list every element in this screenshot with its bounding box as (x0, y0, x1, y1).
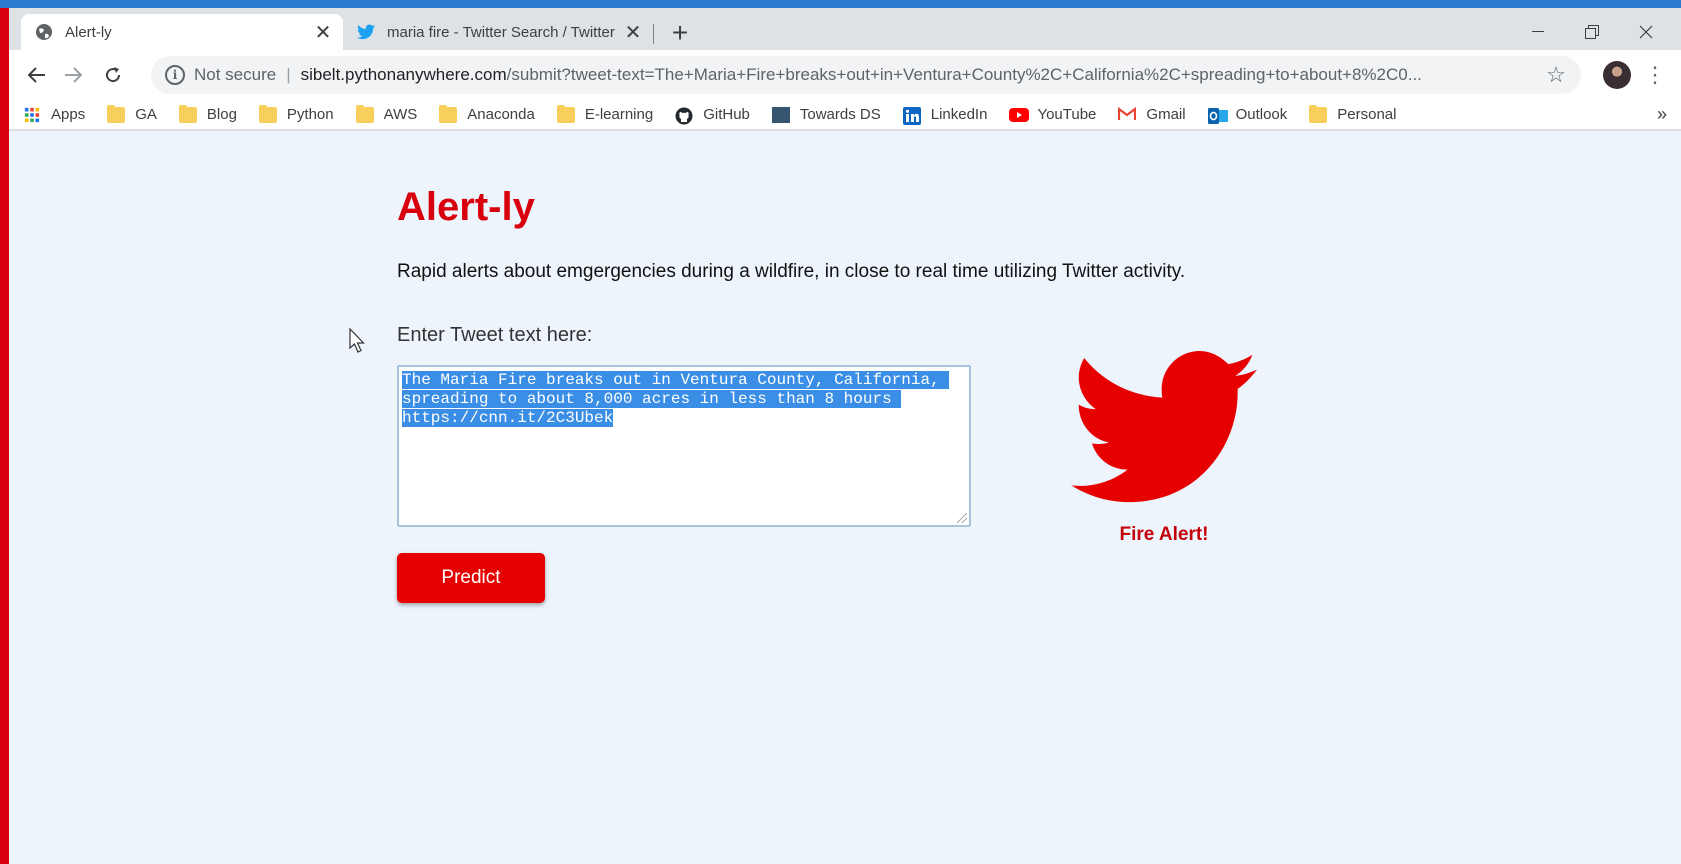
bookmark-label: AWS (383, 106, 418, 123)
globe-icon (35, 23, 53, 41)
bookmark-apps[interactable]: Apps (23, 106, 85, 123)
browser-window: Alert-ly ✕ maria fire - Twitter Search /… (0, 0, 1681, 864)
window-top-edge (0, 0, 1681, 8)
info-icon[interactable]: i (165, 65, 185, 85)
bookmark-python[interactable]: Python (258, 104, 334, 123)
tab-strip: Alert-ly ✕ maria fire - Twitter Search /… (9, 8, 1681, 50)
bookmark-label: Python (286, 106, 334, 123)
tab-title: Alert-ly (65, 23, 112, 41)
address-bar[interactable]: i Not secure | sibelt.pythonanywhere.com… (151, 56, 1581, 94)
bookmark-github[interactable]: GitHub (675, 106, 750, 124)
bookmark-label: GA (135, 106, 157, 123)
page-title: Alert-ly (397, 185, 535, 229)
fire-alert-result: Fire Alert! (1119, 524, 1209, 545)
tab-alertly[interactable]: Alert-ly ✕ (21, 14, 343, 50)
restore-icon[interactable] (1569, 16, 1615, 48)
page-content: Alert-ly Rapid alerts about emgergencies… (9, 131, 1681, 864)
folder-icon (439, 104, 458, 123)
bookmark-personal[interactable]: Personal (1309, 104, 1397, 123)
new-tab-button[interactable]: + (665, 17, 695, 48)
tweet-input-label: Enter Tweet text here: (397, 324, 593, 346)
profile-avatar[interactable] (1603, 61, 1631, 89)
tab-separator (653, 24, 654, 44)
bookmark-label: Towards DS (799, 106, 881, 123)
tweet-textarea[interactable]: The Maria Fire breaks out in Ventura Cou… (397, 365, 971, 527)
towards-ds-icon (771, 106, 790, 123)
minimize-icon[interactable] (1515, 16, 1561, 48)
folder-icon (178, 104, 197, 123)
window-left-edge (0, 8, 9, 864)
bookmark-label: Blog (206, 106, 237, 123)
apps-grid-icon (23, 107, 41, 123)
linkedin-icon (902, 106, 921, 125)
url-host: sibelt.pythonanywhere.com (300, 65, 507, 84)
bookmark-anaconda[interactable]: Anaconda (439, 104, 535, 123)
bookmark-linkedin[interactable]: LinkedIn (902, 106, 988, 125)
predict-button[interactable]: Predict (397, 553, 545, 603)
bookmark-gmail[interactable]: Gmail (1118, 106, 1186, 123)
folder-icon (107, 104, 126, 123)
bookmark-blog[interactable]: Blog (178, 104, 237, 123)
bookmark-label: GitHub (703, 106, 750, 123)
bookmark-ga[interactable]: GA (107, 104, 157, 123)
bookmark-label: LinkedIn (930, 106, 988, 123)
menu-kebab-icon[interactable]: ⋮ (1644, 60, 1666, 90)
folder-icon (1309, 104, 1328, 123)
reload-icon[interactable] (97, 59, 129, 91)
bookmark-label: Apps (51, 106, 86, 123)
tab-title: maria fire - Twitter Search / Twitter (387, 23, 615, 41)
close-tab-icon[interactable]: ✕ (311, 20, 335, 44)
youtube-icon (1009, 107, 1030, 123)
twitter-bird-icon (357, 23, 375, 41)
resize-handle-icon[interactable] (957, 513, 967, 523)
bookmark-label: Anaconda (467, 106, 535, 123)
bookmark-star-icon[interactable]: ☆ (1541, 62, 1571, 88)
folder-icon (258, 104, 277, 123)
outlook-icon (1207, 107, 1228, 124)
bookmarks-bar: Apps GA Blog Python AWS Anaconda E-learn… (9, 100, 1681, 130)
mouse-cursor-icon (349, 328, 365, 353)
close-tab-icon[interactable]: ✕ (621, 20, 645, 44)
bookmark-aws[interactable]: AWS (355, 104, 418, 123)
bookmark-label: YouTube (1037, 106, 1097, 123)
bookmark-label: Gmail (1146, 106, 1186, 123)
twitter-bird-icon (1071, 351, 1257, 503)
tagline: Rapid alerts about emgergencies during a… (397, 261, 1186, 282)
bookmarks-overflow-button[interactable]: » (1657, 104, 1667, 125)
bookmark-label: E-learning (584, 106, 654, 123)
gmail-icon (1118, 106, 1137, 123)
bookmark-label: Outlook (1235, 106, 1288, 123)
forward-arrow-icon[interactable] (57, 59, 89, 91)
bookmark-label: Personal (1337, 106, 1397, 123)
tab-twitter-search[interactable]: maria fire - Twitter Search / Twitter ✕ (343, 14, 653, 50)
url-path: /submit?tweet-text=The+Maria+Fire+breaks… (506, 65, 1422, 84)
security-label: Not secure (194, 65, 277, 84)
folder-icon (355, 104, 374, 123)
window-close-icon[interactable] (1623, 16, 1669, 48)
back-arrow-icon[interactable] (21, 59, 53, 91)
github-icon (675, 107, 693, 124)
address-divider: | (286, 65, 291, 84)
bookmark-youtube[interactable]: YouTube (1009, 106, 1096, 123)
bookmark-e-learning[interactable]: E-learning (556, 104, 654, 123)
bookmark-towards-ds[interactable]: Towards DS (771, 106, 881, 123)
tweet-text-selected: The Maria Fire breaks out in Ventura Cou… (402, 371, 950, 427)
browser-toolbar: i Not secure | sibelt.pythonanywhere.com… (9, 50, 1681, 100)
url-text: sibelt.pythonanywhere.com/submit?tweet-t… (301, 65, 1541, 85)
folder-icon (556, 104, 575, 123)
bookmark-outlook[interactable]: Outlook (1207, 106, 1288, 124)
